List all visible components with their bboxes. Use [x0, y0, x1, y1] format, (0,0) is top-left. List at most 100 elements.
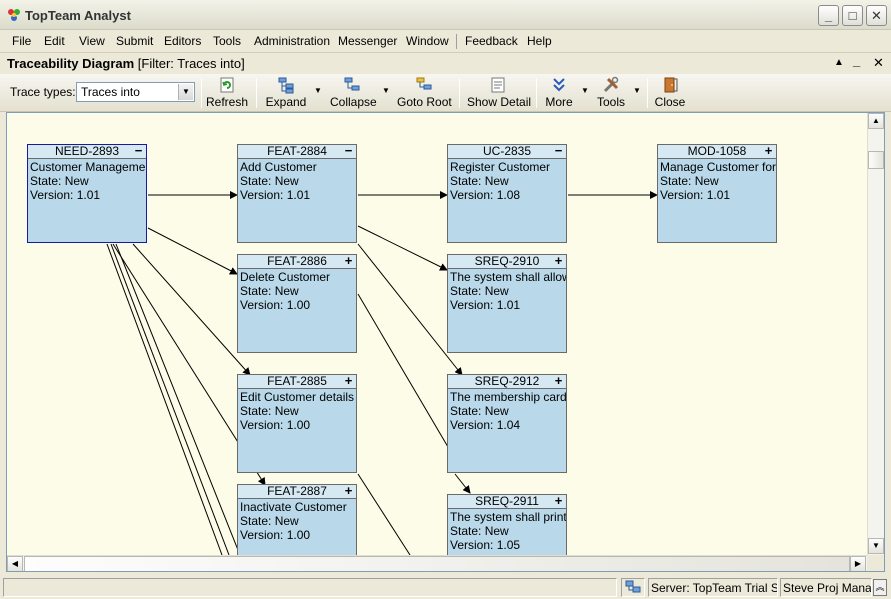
more-dropdown-icon[interactable]: ▼ — [581, 86, 589, 95]
toolbar-separator — [536, 78, 537, 108]
menu-administration[interactable]: Administration — [254, 34, 330, 48]
node-version: Version: 1.00 — [240, 298, 311, 312]
toolbar: Trace types: Traces into ▼ Refresh Expan… — [0, 74, 891, 112]
expand-node-icon[interactable]: + — [343, 254, 354, 268]
link-feat2885-offscreen — [357, 473, 411, 555]
menu-help[interactable]: Help — [527, 34, 552, 48]
node-id: FEAT-2887 — [267, 484, 327, 498]
node-title: The system shall print ... — [450, 510, 566, 524]
collapse-button[interactable]: Collapse — [330, 76, 377, 110]
link-need2893-offscreen-a — [106, 243, 223, 555]
expand-node-icon[interactable]: + — [553, 254, 564, 268]
node-state: State: New — [240, 174, 299, 188]
trace-node[interactable]: FEAT-2885 + Edit Customer details State: N… — [237, 374, 357, 473]
menu-edit[interactable]: Edit — [44, 34, 65, 48]
scroll-left-icon[interactable]: ◀ — [7, 556, 23, 571]
node-version: Version: 1.08 — [450, 188, 521, 202]
trace-node[interactable]: FEAT-2886 + Delete Customer State: New Vers… — [237, 254, 357, 353]
trace-node[interactable]: SREQ-2910 + The system shall allow...Stat… — [447, 254, 567, 353]
node-state: State: New — [450, 524, 509, 538]
scroll-down-icon[interactable]: ▼ — [868, 538, 884, 554]
tools-icon — [603, 76, 619, 93]
collapse-node-icon[interactable]: − — [343, 144, 354, 158]
menu-editors[interactable]: Editors — [164, 34, 201, 48]
trace-node[interactable]: UC-2835 − Register Customer State: New Vers… — [447, 144, 567, 243]
trace-node[interactable]: SREQ-2912 + The membership card ...State:… — [447, 374, 567, 473]
trace-node[interactable]: FEAT-2887 + Inactivate Customer State: New… — [237, 484, 357, 555]
maximize-window-button[interactable]: □ — [842, 5, 863, 26]
diagram-header: Traceability Diagram [Filter: Traces int… — [0, 52, 891, 74]
node-id: SREQ-2910 — [474, 254, 540, 268]
traceability-diagram-canvas[interactable]: NEED-2893− Customer Management State: New… — [7, 113, 867, 555]
tools-dropdown-icon[interactable]: ▼ — [633, 86, 641, 95]
menu-view[interactable]: View — [79, 34, 105, 48]
expand-node-icon[interactable]: + — [343, 484, 354, 498]
node-title: Delete Customer — [240, 270, 331, 284]
node-version: Version: 1.04 — [450, 418, 521, 432]
more-button[interactable]: More — [543, 76, 575, 110]
trace-node[interactable]: NEED-2893− Customer Management State: New… — [27, 144, 147, 243]
show-detail-icon — [491, 77, 505, 93]
window-title: TopTeam Analyst — [25, 8, 131, 23]
trace-types-value: Traces into — [81, 85, 140, 99]
node-id: FEAT-2886 — [267, 254, 327, 268]
close-window-button[interactable]: ✕ — [866, 5, 887, 26]
node-version: Version: 1.05 — [450, 538, 521, 552]
diagram-title: Traceability Diagram — [7, 56, 135, 71]
panel-minimize-button[interactable]: _ — [853, 53, 860, 68]
collapse-dropdown-icon[interactable]: ▼ — [382, 86, 390, 95]
node-id: SREQ-2912 — [474, 374, 540, 388]
expand-button[interactable]: Expand — [263, 76, 309, 110]
vertical-scrollbar[interactable]: ▲ ▼ — [867, 113, 884, 555]
toolbar-separator — [201, 78, 202, 108]
status-message-panel — [3, 578, 617, 597]
horizontal-scrollbar[interactable]: ◀ ▶ — [7, 555, 867, 571]
refresh-button[interactable]: Refresh — [206, 76, 248, 110]
more-chevron-icon — [553, 78, 565, 92]
panel-up-arrow-icon[interactable]: ▲ — [834, 57, 844, 68]
node-state: State: New — [30, 174, 89, 188]
collapse-node-icon[interactable]: − — [133, 144, 144, 158]
menu-messenger[interactable]: Messenger — [338, 34, 397, 48]
menu-feedback[interactable]: Feedback — [465, 34, 518, 48]
menu-tools[interactable]: Tools — [213, 34, 241, 48]
node-version: Version: 1.01 — [450, 298, 521, 312]
show-detail-button[interactable]: Show Detail — [467, 76, 531, 110]
node-title: Inactivate Customer — [240, 500, 347, 514]
menu-submit[interactable]: Submit — [116, 34, 153, 48]
node-state: State: New — [240, 514, 299, 528]
trace-node[interactable]: FEAT-2884 − Add Customer State: New Version… — [237, 144, 357, 243]
vertical-scroll-thumb[interactable] — [868, 151, 884, 169]
close-diagram-button[interactable]: Close — [654, 76, 686, 110]
network-icon — [621, 578, 645, 597]
expand-dropdown-icon[interactable]: ▼ — [314, 86, 322, 95]
link-feat2884-sreq2910 — [357, 225, 448, 271]
node-id: FEAT-2884 — [267, 144, 327, 158]
node-title: The membership card ... — [450, 390, 566, 404]
chevron-up-icon[interactable]: ︽ — [873, 579, 887, 596]
node-version: Version: 1.01 — [30, 188, 101, 202]
toolbar-separator — [647, 78, 648, 108]
trace-node[interactable]: MOD-1058 + Manage Customer form State: New… — [657, 144, 777, 243]
trace-node[interactable]: SREQ-2911 + The system shall print ...Sta… — [447, 494, 567, 555]
menu-file[interactable]: File — [12, 34, 31, 48]
minimize-window-button[interactable]: _ — [818, 5, 839, 26]
link-sreq2912-sreq2911 — [454, 473, 471, 494]
trace-types-select[interactable]: Traces into ▼ — [76, 82, 195, 102]
menu-separator — [456, 34, 457, 49]
horizontal-scroll-thumb[interactable] — [24, 556, 850, 571]
collapse-node-icon[interactable]: − — [553, 144, 564, 158]
scroll-right-icon[interactable]: ▶ — [850, 556, 866, 571]
tools-button[interactable]: Tools — [595, 76, 627, 110]
node-title: Customer Management — [30, 160, 146, 174]
panel-close-button[interactable]: ✕ — [873, 55, 884, 71]
dropdown-arrow-icon[interactable]: ▼ — [178, 84, 193, 100]
refresh-icon — [220, 77, 234, 93]
goto-root-button[interactable]: Goto Root — [397, 76, 452, 110]
expand-node-icon[interactable]: + — [763, 144, 774, 158]
expand-node-icon[interactable]: + — [553, 494, 564, 508]
scroll-up-icon[interactable]: ▲ — [868, 113, 884, 129]
expand-node-icon[interactable]: + — [553, 374, 564, 388]
menu-window[interactable]: Window — [406, 34, 449, 48]
expand-node-icon[interactable]: + — [343, 374, 354, 388]
